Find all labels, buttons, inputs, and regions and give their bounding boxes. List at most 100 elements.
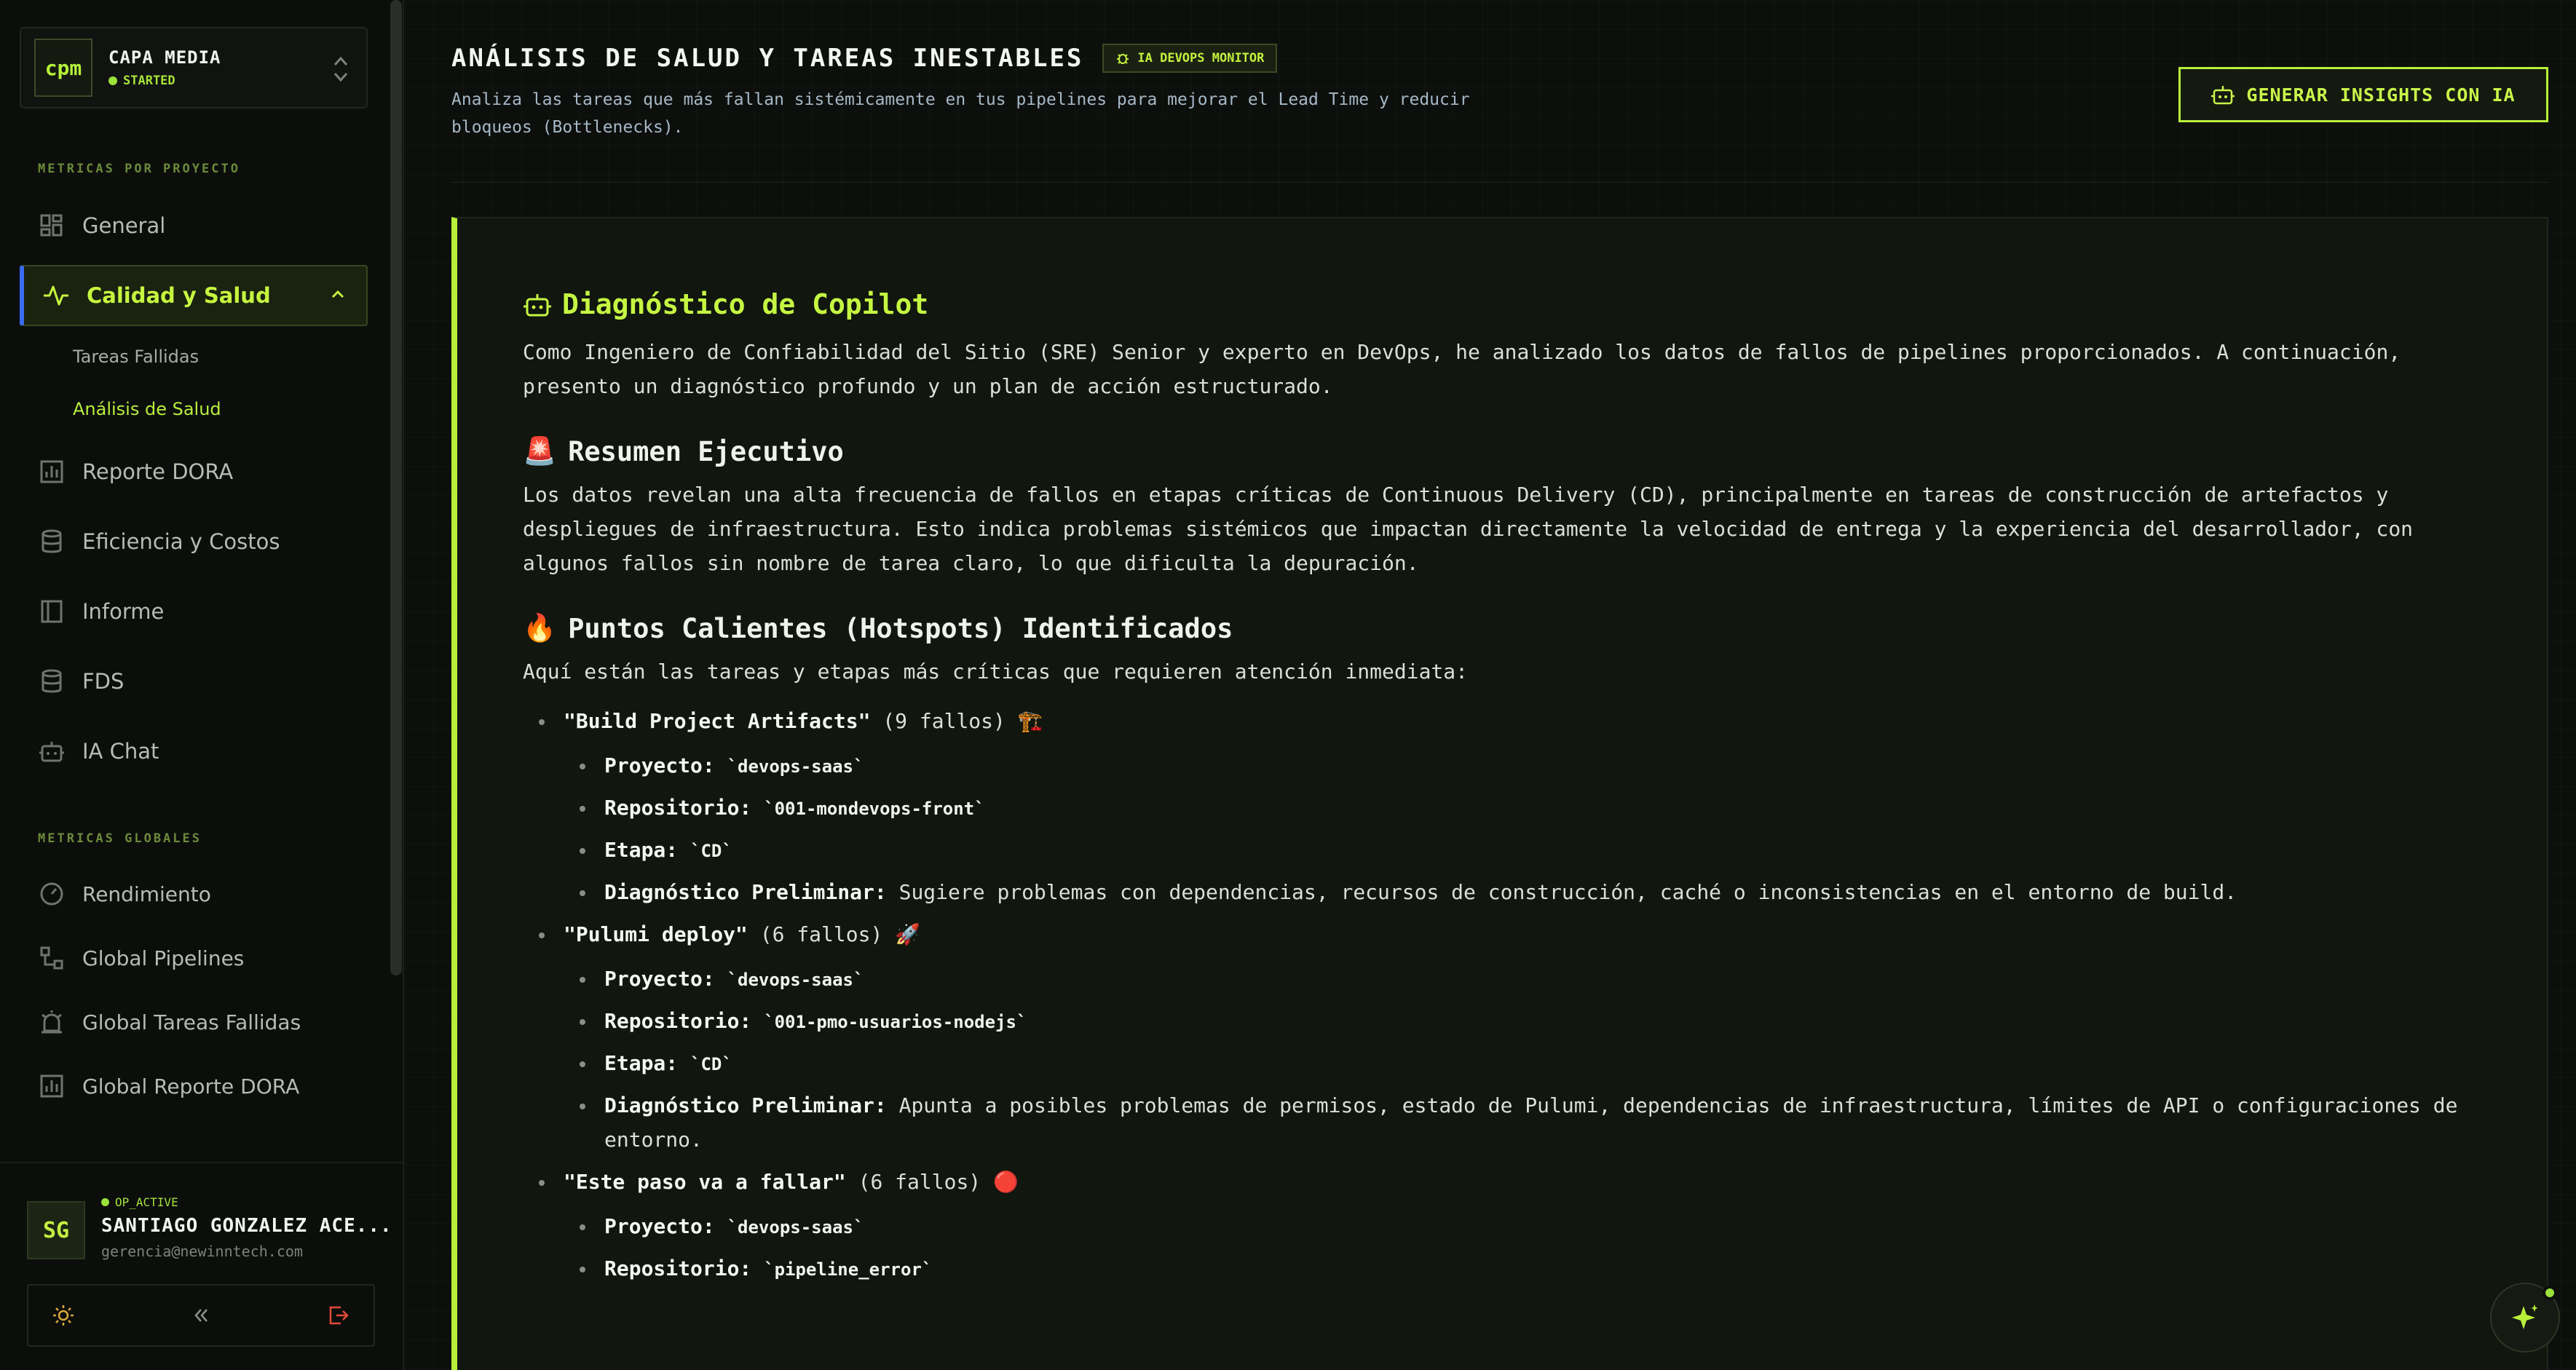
hotspot-count: (6 fallos) bbox=[858, 1170, 981, 1194]
detail-value: `devops-saas` bbox=[727, 970, 864, 990]
user-status: OP_ACTIVE bbox=[101, 1195, 392, 1209]
activity-icon bbox=[42, 281, 71, 310]
project-status: STARTED bbox=[108, 74, 221, 88]
sidebar: cpm CAPA MEDIA STARTED METRICAS POR PROY… bbox=[0, 0, 404, 1370]
detail-label: Repositorio: bbox=[604, 1009, 752, 1033]
hotspot-list: "Build Project Artifacts" (9 fallos) 🏗️ … bbox=[523, 705, 2477, 1287]
hotspot-detail: Repositorio: `pipeline_error` bbox=[523, 1251, 2477, 1287]
gauge-icon bbox=[37, 879, 66, 908]
hotspot-detail: Repositorio: `001-mondevops-front` bbox=[523, 791, 2477, 826]
generate-insights-button[interactable]: GENERAR INSIGHTS CON IA bbox=[2178, 67, 2548, 122]
detail-label: Repositorio: bbox=[604, 796, 752, 820]
detail-label: Repositorio: bbox=[604, 1256, 752, 1280]
sidebar-item-label: Eficiencia y Costos bbox=[82, 529, 280, 554]
sidebar-item-global-pipelines[interactable]: Global Pipelines bbox=[20, 927, 368, 989]
user-actions bbox=[27, 1284, 375, 1347]
sidebar-item-global-reporte-dora[interactable]: Global Reporte DORA bbox=[20, 1056, 368, 1117]
detail-label: Proyecto: bbox=[604, 753, 715, 777]
ia-monitor-badge: IA DEVOPS MONITOR bbox=[1102, 44, 1278, 73]
hotspot-detail: Proyecto: `devops-saas` bbox=[523, 748, 2477, 784]
detail-value: `001-pmo-usuarios-nodejs` bbox=[764, 1012, 1027, 1032]
sparkles-icon bbox=[2512, 1304, 2538, 1329]
sidebar-item-label: Reporte DORA bbox=[82, 459, 234, 484]
detail-label: Proyecto: bbox=[604, 967, 715, 991]
summary-heading: 🚨 Resumen Ejecutivo bbox=[523, 435, 2477, 467]
sidebar-item-label: Informe bbox=[82, 599, 165, 624]
detail-label: Proyecto: bbox=[604, 1214, 715, 1238]
sidebar-item-label: Global Pipelines bbox=[82, 946, 245, 970]
sidebar-item-label: Global Tareas Fallidas bbox=[82, 1010, 301, 1034]
fire-icon: 🔥 bbox=[523, 612, 557, 644]
database-icon bbox=[37, 667, 66, 696]
project-status-text: STARTED bbox=[123, 74, 175, 88]
chevrons-up-down-icon[interactable] bbox=[331, 52, 350, 87]
report-intro: Como Ingeniero de Confiabilidad del Siti… bbox=[523, 340, 2401, 398]
dashboard-icon bbox=[37, 211, 66, 240]
sidebar-item-rendimiento[interactable]: Rendimiento bbox=[20, 863, 368, 924]
bot-icon bbox=[37, 737, 66, 766]
page-title: ANÁLISIS DE SALUD Y TAREAS INESTABLES bbox=[451, 44, 1084, 73]
sidebar-item-eficiencia-costos[interactable]: Eficiencia y Costos bbox=[20, 511, 368, 572]
sidebar-scrollbar[interactable] bbox=[390, 0, 402, 975]
detail-label: Etapa: bbox=[604, 838, 679, 862]
logout-button[interactable] bbox=[325, 1302, 352, 1329]
sidebar-item-fds[interactable]: FDS bbox=[20, 651, 368, 712]
sun-icon bbox=[53, 1305, 74, 1326]
project-logo: cpm bbox=[34, 39, 92, 97]
project-info: CAPA MEDIA STARTED bbox=[108, 47, 221, 88]
sidebar-subitem-tareas-fallidas[interactable]: Tareas Fallidas bbox=[73, 347, 199, 367]
hotspot-detail: Proyecto: `devops-saas` bbox=[523, 962, 2477, 997]
sidebar-item-label: Calidad y Salud bbox=[87, 283, 271, 308]
detail-value: Sugiere problemas con dependencias, recu… bbox=[898, 880, 2237, 904]
theme-toggle-button[interactable] bbox=[50, 1302, 76, 1329]
sidebar-item-label: FDS bbox=[82, 669, 125, 694]
detail-value: `devops-saas` bbox=[727, 1217, 864, 1238]
project-switcher[interactable]: cpm CAPA MEDIA STARTED bbox=[20, 27, 368, 108]
database-icon bbox=[37, 527, 66, 556]
sidebar-item-general[interactable]: General bbox=[20, 195, 368, 256]
report-title: Diagnóstico de Copilot bbox=[523, 288, 2477, 320]
bar-chart-icon bbox=[37, 457, 66, 486]
sidebar-item-label: IA Chat bbox=[82, 739, 159, 764]
hotspot-detail: Etapa: `CD` bbox=[523, 833, 2477, 868]
chevrons-left-icon bbox=[194, 1309, 208, 1322]
detail-value: `pipeline_error` bbox=[764, 1259, 933, 1280]
sidebar-item-reporte-dora[interactable]: Reporte DORA bbox=[20, 441, 368, 502]
section-label-global: METRICAS GLOBALES bbox=[38, 831, 202, 846]
sidebar-item-global-tareas-fallidas[interactable]: Global Tareas Fallidas bbox=[20, 991, 368, 1053]
construction-icon: 🏗️ bbox=[1017, 709, 1043, 733]
main-content: ANÁLISIS DE SALUD Y TAREAS INESTABLES IA… bbox=[405, 0, 2576, 1370]
panel-icon bbox=[37, 597, 66, 626]
user-info: OP_ACTIVE SANTIAGO GONZALEZ ACE... geren… bbox=[101, 1195, 392, 1260]
summary-heading-text: Resumen Ejecutivo bbox=[568, 435, 844, 467]
hotspots-intro: Aquí están las tareas y etapas más críti… bbox=[523, 660, 1469, 684]
hotspot-detail: Etapa: `CD` bbox=[523, 1046, 2477, 1082]
alarm-icon bbox=[37, 1007, 66, 1037]
user-status-text: OP_ACTIVE bbox=[115, 1195, 178, 1209]
sidebar-item-label: Global Reporte DORA bbox=[82, 1074, 300, 1098]
app-root: cpm CAPA MEDIA STARTED METRICAS POR PROY… bbox=[0, 0, 2576, 1370]
hotspot-count: (9 fallos) bbox=[882, 709, 1005, 733]
detail-label: Diagnóstico Preliminar: bbox=[604, 1093, 887, 1117]
ai-assistant-fab[interactable] bbox=[2490, 1283, 2560, 1353]
bar-chart-icon bbox=[37, 1072, 66, 1101]
hotspot-detail: Repositorio: `001-pmo-usuarios-nodejs` bbox=[523, 1004, 2477, 1040]
sidebar-item-label: Rendimiento bbox=[82, 882, 211, 906]
section-label-project: METRICAS POR PROYECTO bbox=[38, 162, 240, 176]
sidebar-subitem-analisis-salud[interactable]: Análisis de Salud bbox=[73, 399, 221, 419]
siren-icon: 🚨 bbox=[523, 435, 557, 467]
hotspot-detail: Diagnóstico Preliminar: Apunta a posible… bbox=[523, 1088, 2477, 1157]
bug-icon bbox=[1117, 54, 1129, 64]
sidebar-item-calidad-salud[interactable]: Calidad y Salud bbox=[20, 265, 368, 326]
sidebar-item-informe[interactable]: Informe bbox=[20, 581, 368, 642]
collapse-sidebar-button[interactable] bbox=[188, 1302, 214, 1329]
detail-value: `001-mondevops-front` bbox=[764, 799, 985, 819]
hotspot-name: "Este paso va a fallar" bbox=[564, 1170, 846, 1194]
avatar[interactable]: SG bbox=[27, 1201, 85, 1259]
hotspot-item: "Build Project Artifacts" (9 fallos) 🏗️ bbox=[523, 705, 2477, 738]
sidebar-item-ia-chat[interactable]: IA Chat bbox=[20, 721, 368, 782]
chevron-up-icon[interactable] bbox=[328, 285, 347, 304]
notification-dot bbox=[2543, 1286, 2557, 1300]
hotspot-name: "Pulumi deploy" bbox=[564, 922, 748, 946]
bot-icon bbox=[2211, 86, 2235, 105]
